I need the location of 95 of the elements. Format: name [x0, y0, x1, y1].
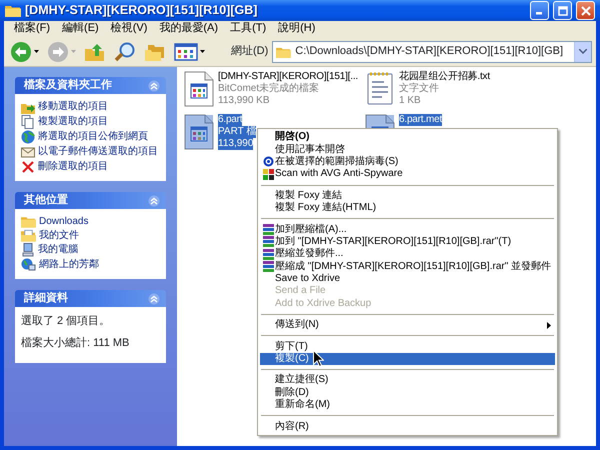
close-button[interactable] — [576, 1, 595, 20]
maximize-icon — [558, 6, 568, 16]
file-item[interactable]: [DMHY-STAR][KERORO][151][... BitComet未完成的檔案 113,990 KB — [183, 70, 358, 108]
network-globe-icon — [21, 258, 36, 272]
panel-title: 其他位置 — [24, 194, 68, 208]
file-size: 1 KB — [399, 95, 421, 107]
address-field[interactable]: C:\Downloads\[DMHY-STAR][KERORO][151][R10][GB] — [272, 40, 592, 62]
close-icon — [580, 6, 590, 16]
context-menu-item[interactable]: 剪下(T) — [260, 340, 556, 353]
envelope-icon — [21, 145, 35, 159]
file-size: 113,990 — [218, 138, 254, 150]
menu-item[interactable]: 我的最愛(A) — [153, 22, 224, 36]
file-type: BitComet未完成的檔案 — [218, 83, 320, 95]
caret-icon — [34, 50, 39, 53]
context-menu-item[interactable]: Scan with AVG Anti-Spyware — [260, 168, 556, 181]
views-button[interactable] — [172, 42, 207, 62]
context-menu-item[interactable]: 加到壓縮檔(A)... — [260, 223, 556, 236]
task-link[interactable]: Downloads — [21, 215, 162, 228]
detail-text: 檔案大小總計: 111 MB — [21, 336, 130, 352]
mouse-cursor-icon — [313, 350, 324, 367]
folder-icon — [276, 46, 292, 58]
task-link[interactable]: 以電子郵件傳送選取的項目 — [21, 145, 162, 159]
panel-header[interactable]: 檔案及資料夾工作 — [15, 77, 166, 94]
detail-text: 選取了 2 個項目。 — [21, 314, 112, 329]
context-menu-item[interactable]: 壓縮成 "[DMHY-STAR][KERORO][151][R10][GB].rar" 並發郵件 — [260, 260, 556, 273]
context-menu-item[interactable]: 重新命名(M) — [260, 399, 556, 412]
shield-circle-icon — [262, 156, 274, 168]
context-menu-item[interactable]: 刪除(D) — [260, 386, 556, 400]
context-menu-item[interactable]: 建立捷徑(S) — [260, 374, 556, 387]
context-menu-item[interactable]: 複製 Foxy 連結 — [260, 190, 556, 202]
context-menu-item[interactable]: 內容(R) — [260, 420, 556, 433]
maximize-button[interactable] — [553, 1, 572, 20]
collapse-chevron-icon[interactable] — [148, 194, 160, 206]
file-type: 文字文件 — [399, 83, 439, 95]
application-file-icon — [183, 70, 215, 108]
context-menu-item[interactable]: Save to Xdrive — [260, 272, 556, 286]
file-name: 6.part — [218, 114, 242, 126]
panel-header[interactable]: 詳細資料 — [15, 290, 166, 307]
file-size: 113,990 KB — [218, 95, 270, 107]
context-menu-item[interactable]: 複製(C) — [260, 352, 556, 366]
menu-item[interactable]: 編輯(E) — [56, 22, 105, 36]
folder-up-arrow-icon — [84, 42, 106, 62]
context-menu-item[interactable]: 加到 "[DMHY-STAR][KERORO][151][R10][GB].rar"(T) — [260, 236, 556, 248]
menu-item[interactable]: 工具(T) — [224, 22, 272, 36]
context-menu-item[interactable]: 壓縮並發郵件... — [260, 248, 556, 261]
file-name: [DMHY-STAR][KERORO][151][... — [218, 71, 358, 82]
stacked-books-icon — [262, 261, 274, 272]
stacked-books-icon — [262, 224, 274, 236]
task-link[interactable]: 將選取的項目公佈到網頁 — [21, 130, 162, 144]
menu-item[interactable]: 檔案(F) — [8, 22, 56, 36]
menu-item[interactable]: 說明(H) — [272, 22, 322, 36]
context-menu-item[interactable]: 複製 Foxy 連結(HTML) — [260, 202, 556, 214]
back-button[interactable] — [8, 40, 41, 62]
window-title: [DMHY-STAR][KERORO][151][R10][GB] — [25, 3, 258, 18]
forward-button[interactable] — [45, 40, 78, 62]
stacked-books-icon — [262, 248, 274, 260]
task-link[interactable]: 複製選取的項目 — [21, 115, 162, 129]
computer-icon — [21, 243, 35, 257]
caret-icon — [200, 50, 205, 53]
folder-icon — [5, 4, 21, 17]
folder-document-icon — [21, 229, 36, 242]
context-menu-item[interactable]: 開啓(O) — [260, 131, 556, 144]
task-link[interactable]: 我的電腦 — [21, 243, 162, 257]
dropdown-button[interactable] — [574, 42, 591, 62]
context-menu-item[interactable]: 傳送到(N) — [260, 319, 556, 332]
collapse-chevron-icon[interactable] — [148, 292, 160, 304]
task-link[interactable]: 網路上的芳鄰 — [21, 258, 162, 272]
panel-header[interactable]: 其他位置 — [15, 192, 166, 209]
search-icon — [114, 40, 136, 62]
file-type: PART 檔 — [218, 126, 256, 138]
task-link[interactable]: 移動選取的項目 — [21, 100, 162, 114]
application-file-icon — [183, 113, 215, 151]
delete-x-icon — [21, 160, 35, 174]
caret-icon — [71, 50, 76, 53]
menu-item[interactable]: 檢視(V) — [104, 22, 154, 36]
folder-icon — [21, 215, 36, 228]
stacked-books-icon — [262, 236, 274, 248]
views-icon — [174, 42, 198, 62]
panel-title: 檔案及資料夾工作 — [24, 78, 112, 92]
file-name: 花园星组公开招募.txt — [399, 71, 490, 82]
address-label: 網址(D) — [231, 44, 268, 58]
context-menu-item[interactable]: 使用記事本開啓 — [260, 143, 556, 156]
context-menu-item[interactable]: 在被選擇的範圍掃描病毒(S) — [260, 156, 556, 168]
file-item[interactable]: 花园星组公开招募.txt 文字文件 1 KB — [364, 70, 490, 108]
task-link[interactable]: 我的文件 — [21, 229, 162, 242]
minimize-button[interactable] — [530, 1, 549, 20]
documents-icon — [21, 115, 35, 129]
collapse-chevron-icon[interactable] — [148, 80, 160, 92]
task-link[interactable]: 刪除選取的項目 — [21, 160, 162, 174]
globe-icon — [21, 130, 35, 144]
file-item[interactable]: 6.part PART 檔 113,990 — [183, 113, 256, 151]
panel-title: 詳細資料 — [24, 292, 68, 306]
colored-squares-icon — [262, 168, 274, 180]
file-name: 6.part.met — [399, 114, 442, 126]
caret-icon — [579, 49, 587, 54]
